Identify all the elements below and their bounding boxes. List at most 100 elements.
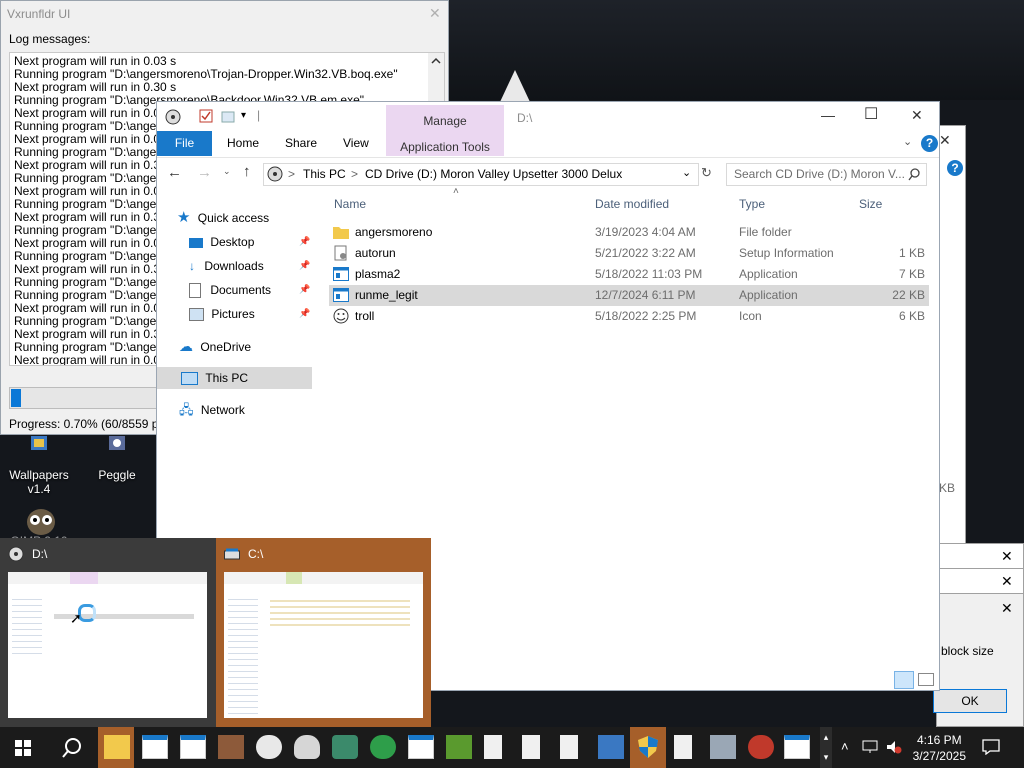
maximize-button[interactable]: ☐ — [864, 104, 878, 124]
monitor-taskbar-icon[interactable] — [710, 735, 736, 759]
app-window-taskbar-icon[interactable] — [408, 735, 434, 759]
desktop-icon-wallpapers[interactable]: Wallpapers v1.4 — [1, 436, 77, 496]
minimize-button[interactable]: — — [821, 107, 835, 123]
file-size: 6 KB — [898, 309, 925, 323]
desktop-icon-peggle[interactable]: Peggle — [79, 436, 155, 482]
sidebar-item-pictures[interactable]: Pictures — [189, 303, 255, 325]
bug-taskbar-icon[interactable] — [748, 735, 774, 759]
tab-application-tools[interactable]: Application Tools — [386, 140, 504, 154]
system-clock[interactable]: 4:16 PM 3/27/2025 — [913, 732, 966, 764]
refresh-button[interactable]: ↻ — [701, 165, 712, 181]
hard-drive-icon — [224, 548, 240, 560]
qat-dropdown-icon[interactable]: ▾ — [241, 110, 246, 121]
ok-button[interactable]: OK — [933, 689, 1007, 713]
flower-taskbar-icon[interactable] — [370, 735, 396, 759]
new-folder-icon[interactable] — [221, 109, 235, 123]
column-header-size[interactable]: Size — [859, 197, 882, 211]
shield-taskbar-icon[interactable] — [636, 735, 660, 759]
address-bar[interactable]: > This PC > CD Drive (D:) Moron Valley U… — [263, 163, 699, 186]
file-type: Application — [739, 288, 798, 302]
taskbar-scroll-icon[interactable]: ▴ ▾ — [820, 727, 832, 768]
qat-separator: | — [257, 108, 261, 122]
forward-button[interactable]: → — [197, 164, 212, 181]
column-header-date[interactable]: Date modified — [595, 197, 669, 211]
search-input[interactable]: Search CD Drive (D:) Moron V... — [726, 163, 927, 186]
windows-start-icon[interactable] — [15, 740, 31, 756]
figure-taskbar-icon[interactable] — [332, 735, 358, 759]
file-taskbar-icon[interactable] — [484, 735, 502, 759]
back-button[interactable]: ← — [167, 164, 182, 181]
sidebar-item-downloads[interactable]: ↓ Downloads — [189, 255, 264, 277]
close-button[interactable]: ✕ — [911, 107, 923, 124]
file-name: angersmoreno — [355, 225, 433, 239]
recent-dropdown-icon[interactable]: ⌄ — [223, 166, 231, 177]
help-icon[interactable]: ? — [947, 160, 963, 176]
column-header-type[interactable]: Type — [739, 197, 765, 211]
thumbnail-c-drive[interactable]: C:\ — [216, 538, 431, 727]
sidebar-item-documents[interactable]: Documents — [189, 279, 271, 301]
file-taskbar-icon[interactable] — [674, 735, 692, 759]
search-icon[interactable] — [61, 737, 83, 759]
tab-home[interactable]: Home — [215, 131, 271, 156]
network-status-icon[interactable] — [862, 740, 878, 754]
manage-context-tab[interactable]: Manage Application Tools — [386, 105, 504, 156]
help-icon[interactable]: ? — [921, 135, 938, 152]
ribbon-expand-icon[interactable]: ⌄ — [903, 135, 912, 148]
file-taskbar-icon[interactable] — [560, 735, 578, 759]
app-window-taskbar-icon[interactable] — [180, 735, 206, 759]
thumbnail-preview — [224, 572, 423, 718]
close-icon[interactable]: ✕ — [1001, 600, 1013, 617]
volume-muted-icon[interactable] — [886, 740, 902, 754]
thumbnail-d-drive[interactable]: D:\ ➚ — [0, 538, 216, 727]
column-header-name[interactable]: Name — [334, 197, 366, 211]
file-row-selected[interactable]: runme_legit 12/7/2024 6:11 PM Applicatio… — [329, 285, 929, 306]
pin-icon: 📌 — [299, 236, 311, 246]
cursor-arrow-icon: ➚ — [70, 610, 82, 626]
desktop-icon-label: Wallpapers v1.4 — [9, 468, 69, 496]
search-icon — [908, 168, 920, 181]
snowman-taskbar-icon[interactable] — [256, 735, 282, 759]
file-row[interactable]: plasma2 5/18/2022 11:03 PM Application 7… — [329, 264, 929, 285]
file-row[interactable]: troll 5/18/2022 2:25 PM Icon 6 KB — [329, 306, 929, 327]
sidebar-item-label: Pictures — [211, 307, 255, 321]
sidebar-item-onedrive[interactable]: ☁ OneDrive — [179, 335, 251, 357]
breadcrumb-drive[interactable]: CD Drive (D:) Moron Valley Upsetter 3000… — [365, 167, 622, 181]
properties-icon[interactable] — [199, 109, 213, 123]
notification-icon[interactable] — [982, 739, 1000, 755]
tab-file[interactable]: File — [157, 131, 212, 156]
sidebar-item-network[interactable]: 🖧 Network — [179, 399, 245, 421]
sidebar-item-quick-access[interactable]: ★ Quick access — [177, 207, 269, 229]
file-explorer-taskbar-icon[interactable] — [104, 735, 130, 759]
green-box-taskbar-icon[interactable] — [446, 735, 472, 759]
address-dropdown-icon[interactable]: ⌄ — [682, 166, 691, 179]
window-title: D:\ — [517, 111, 533, 125]
tab-share[interactable]: Share — [273, 131, 329, 156]
chevron-up-icon[interactable]: ˄ — [841, 739, 849, 754]
app-window-taskbar-icon[interactable] — [784, 735, 810, 759]
close-icon[interactable]: ✕ — [1001, 573, 1013, 590]
peggle-icon — [97, 436, 137, 464]
app-window-taskbar-icon[interactable] — [142, 735, 168, 759]
wallpaper — [449, 0, 1024, 100]
close-icon[interactable]: ✕ — [429, 5, 441, 22]
network-taskbar-icon[interactable] — [598, 735, 624, 759]
file-taskbar-icon[interactable] — [522, 735, 540, 759]
close-icon[interactable]: ✕ — [939, 132, 951, 149]
details-view-button[interactable] — [894, 671, 914, 689]
skull-taskbar-icon[interactable] — [294, 735, 320, 759]
breadcrumb-this-pc[interactable]: This PC — [303, 167, 346, 181]
package-taskbar-icon[interactable] — [218, 735, 244, 759]
file-row[interactable]: autorun 5/21/2022 3:22 AM Setup Informat… — [329, 243, 929, 264]
tab-view[interactable]: View — [331, 131, 381, 156]
file-row[interactable]: angersmoreno 3/19/2023 4:04 AM File fold… — [329, 222, 929, 243]
sidebar-item-label: Documents — [210, 283, 272, 297]
close-icon[interactable]: ✕ — [1001, 548, 1013, 565]
desktop-icon-label: Peggle — [98, 468, 136, 482]
sidebar-item-label: Desktop — [210, 235, 255, 249]
up-button[interactable]: ↑ — [243, 163, 251, 180]
large-icons-view-button[interactable] — [918, 673, 934, 686]
breadcrumb-sep: > — [288, 167, 296, 181]
sidebar-item-desktop[interactable]: Desktop — [189, 231, 254, 253]
background-window-1[interactable]: ✕ ? KB — [936, 125, 966, 545]
sidebar-item-this-pc[interactable]: This PC — [157, 367, 312, 389]
